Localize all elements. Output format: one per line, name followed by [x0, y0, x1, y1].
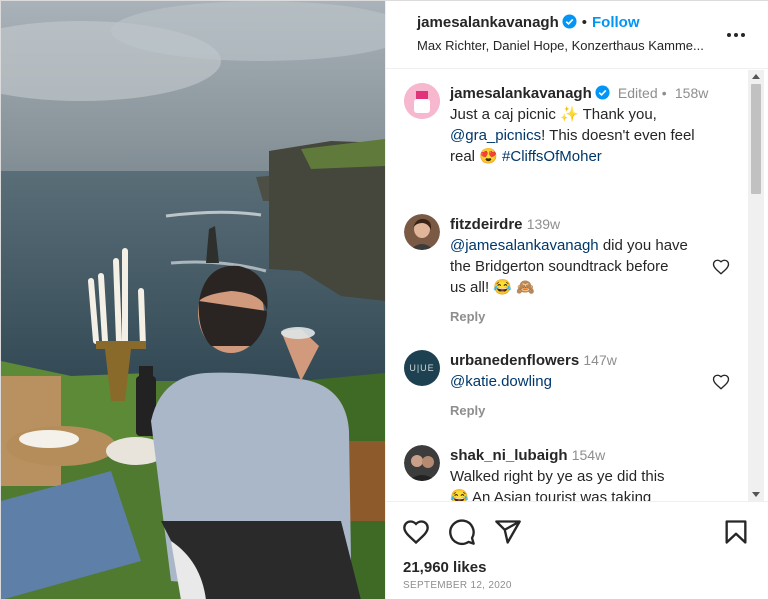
caption-time[interactable]: 158w [675, 85, 708, 101]
comment-text-1: Walked right by ye as ye did this [450, 468, 665, 485]
comment-item: U|UE urbanedenflowers 147w @katie.dowlin… [404, 350, 744, 420]
comment-item: shak_ni_lubaigh 154w Walked right by ye … [404, 445, 744, 501]
reply-button[interactable]: Reply [450, 309, 485, 324]
more-options-icon[interactable] [724, 23, 748, 47]
comment-body: fitzdeirdre 139w @jamesalankavanagh did … [450, 214, 712, 298]
caption-text-2: ! This doesn't even feel [541, 127, 695, 144]
caption-text-3: real 😍 [450, 148, 503, 165]
comment-text-1: did you have [598, 237, 688, 254]
caption-mention[interactable]: @gra_picnics [450, 127, 541, 144]
audio-attribution[interactable]: Max Richter, Daniel Hope, Konzerthaus Ka… [417, 38, 717, 53]
comment-body: shak_ni_lubaigh 154w Walked right by ye … [450, 445, 712, 501]
like-comment-heart-icon[interactable] [712, 373, 730, 391]
caption-body: jamesalankavanagh Edited • 158w Just a c… [450, 83, 712, 167]
comment-username[interactable]: fitzdeirdre [450, 216, 523, 233]
caption-edited: Edited [617, 85, 658, 101]
comment-time[interactable]: 139w [527, 216, 560, 232]
header-separator: • [581, 14, 588, 31]
comment-username[interactable]: urbanedenflowers [450, 352, 579, 369]
comment-text-3: us all! 😂 🙈 [450, 279, 535, 296]
header-user-line: jamesalankavanagh • Follow [417, 14, 640, 31]
user-photo-icon [404, 445, 440, 481]
comment-avatar[interactable] [404, 445, 440, 481]
comments-scrollbar[interactable] [748, 70, 764, 501]
post-header: jamesalankavanagh • Follow Max Richter, Da… [386, 1, 768, 69]
scroll-thumb[interactable] [751, 84, 761, 194]
share-paper-plane-icon[interactable] [494, 518, 522, 546]
save-bookmark-icon[interactable] [722, 518, 750, 546]
caption-line-1: Just a caj picnic ✨ Thank you, [450, 106, 657, 123]
likes-count[interactable]: 21,960 likes [403, 559, 486, 576]
scroll-up-arrow-icon[interactable] [752, 74, 760, 79]
comment-time[interactable]: 154w [572, 447, 605, 463]
comment-item: fitzdeirdre 139w @jamesalankavanagh did … [404, 214, 744, 334]
user-photo-icon [404, 214, 440, 250]
reply-button[interactable]: Reply [450, 403, 485, 418]
cliffs-picnic-image [1, 1, 385, 599]
scroll-down-arrow-icon[interactable] [752, 492, 760, 497]
comment-time[interactable]: 147w [583, 352, 616, 368]
follow-button[interactable]: Follow [592, 14, 640, 31]
caption: jamesalankavanagh Edited • 158w Just a c… [404, 83, 744, 173]
caption-username[interactable]: jamesalankavanagh [450, 85, 592, 102]
comment-text-2: 😂 An Asian tourist was taking [450, 489, 652, 501]
comment-text-2: the Bridgerton soundtrack before [450, 258, 669, 275]
header-username[interactable]: jamesalankavanagh [417, 14, 559, 31]
like-heart-icon[interactable] [402, 518, 430, 546]
verified-badge-icon [562, 14, 577, 29]
caption-line-3: real 😍 #CliffsOfMoher [450, 146, 712, 167]
post-photo[interactable] [1, 1, 385, 599]
post-panel: jamesalankavanagh • Follow Max Richter, Da… [385, 1, 768, 599]
comment-mention[interactable]: @katie.dowling [450, 373, 552, 390]
caption-avatar[interactable] [404, 83, 440, 119]
verified-badge-icon [595, 85, 610, 100]
caption-line-2: @gra_picnics! This doesn't even feel [450, 125, 712, 146]
post-actions: 21,960 likes SEPTEMBER 12, 2020 [386, 501, 768, 599]
comment-avatar-text: U|UE [409, 363, 435, 373]
comment-avatar[interactable]: U|UE [404, 350, 440, 386]
comment-avatar[interactable] [404, 214, 440, 250]
comment-body: urbanedenflowers 147w @katie.dowling [450, 350, 712, 392]
comment-bubble-icon[interactable] [448, 518, 476, 546]
caption-hashtag[interactable]: #CliffsOfMoher [502, 148, 602, 165]
comment-username[interactable]: shak_ni_lubaigh [450, 447, 568, 464]
pink-avatar-icon [404, 83, 440, 119]
like-comment-heart-icon[interactable] [712, 258, 730, 276]
comment-mention[interactable]: @jamesalankavanagh [450, 237, 599, 254]
caption-separator: • [661, 85, 667, 101]
comments-list[interactable]: jamesalankavanagh Edited • 158w Just a c… [386, 70, 748, 501]
post-modal: jamesalankavanagh • Follow Max Richter, Da… [0, 0, 768, 599]
post-date[interactable]: SEPTEMBER 12, 2020 [403, 580, 512, 591]
